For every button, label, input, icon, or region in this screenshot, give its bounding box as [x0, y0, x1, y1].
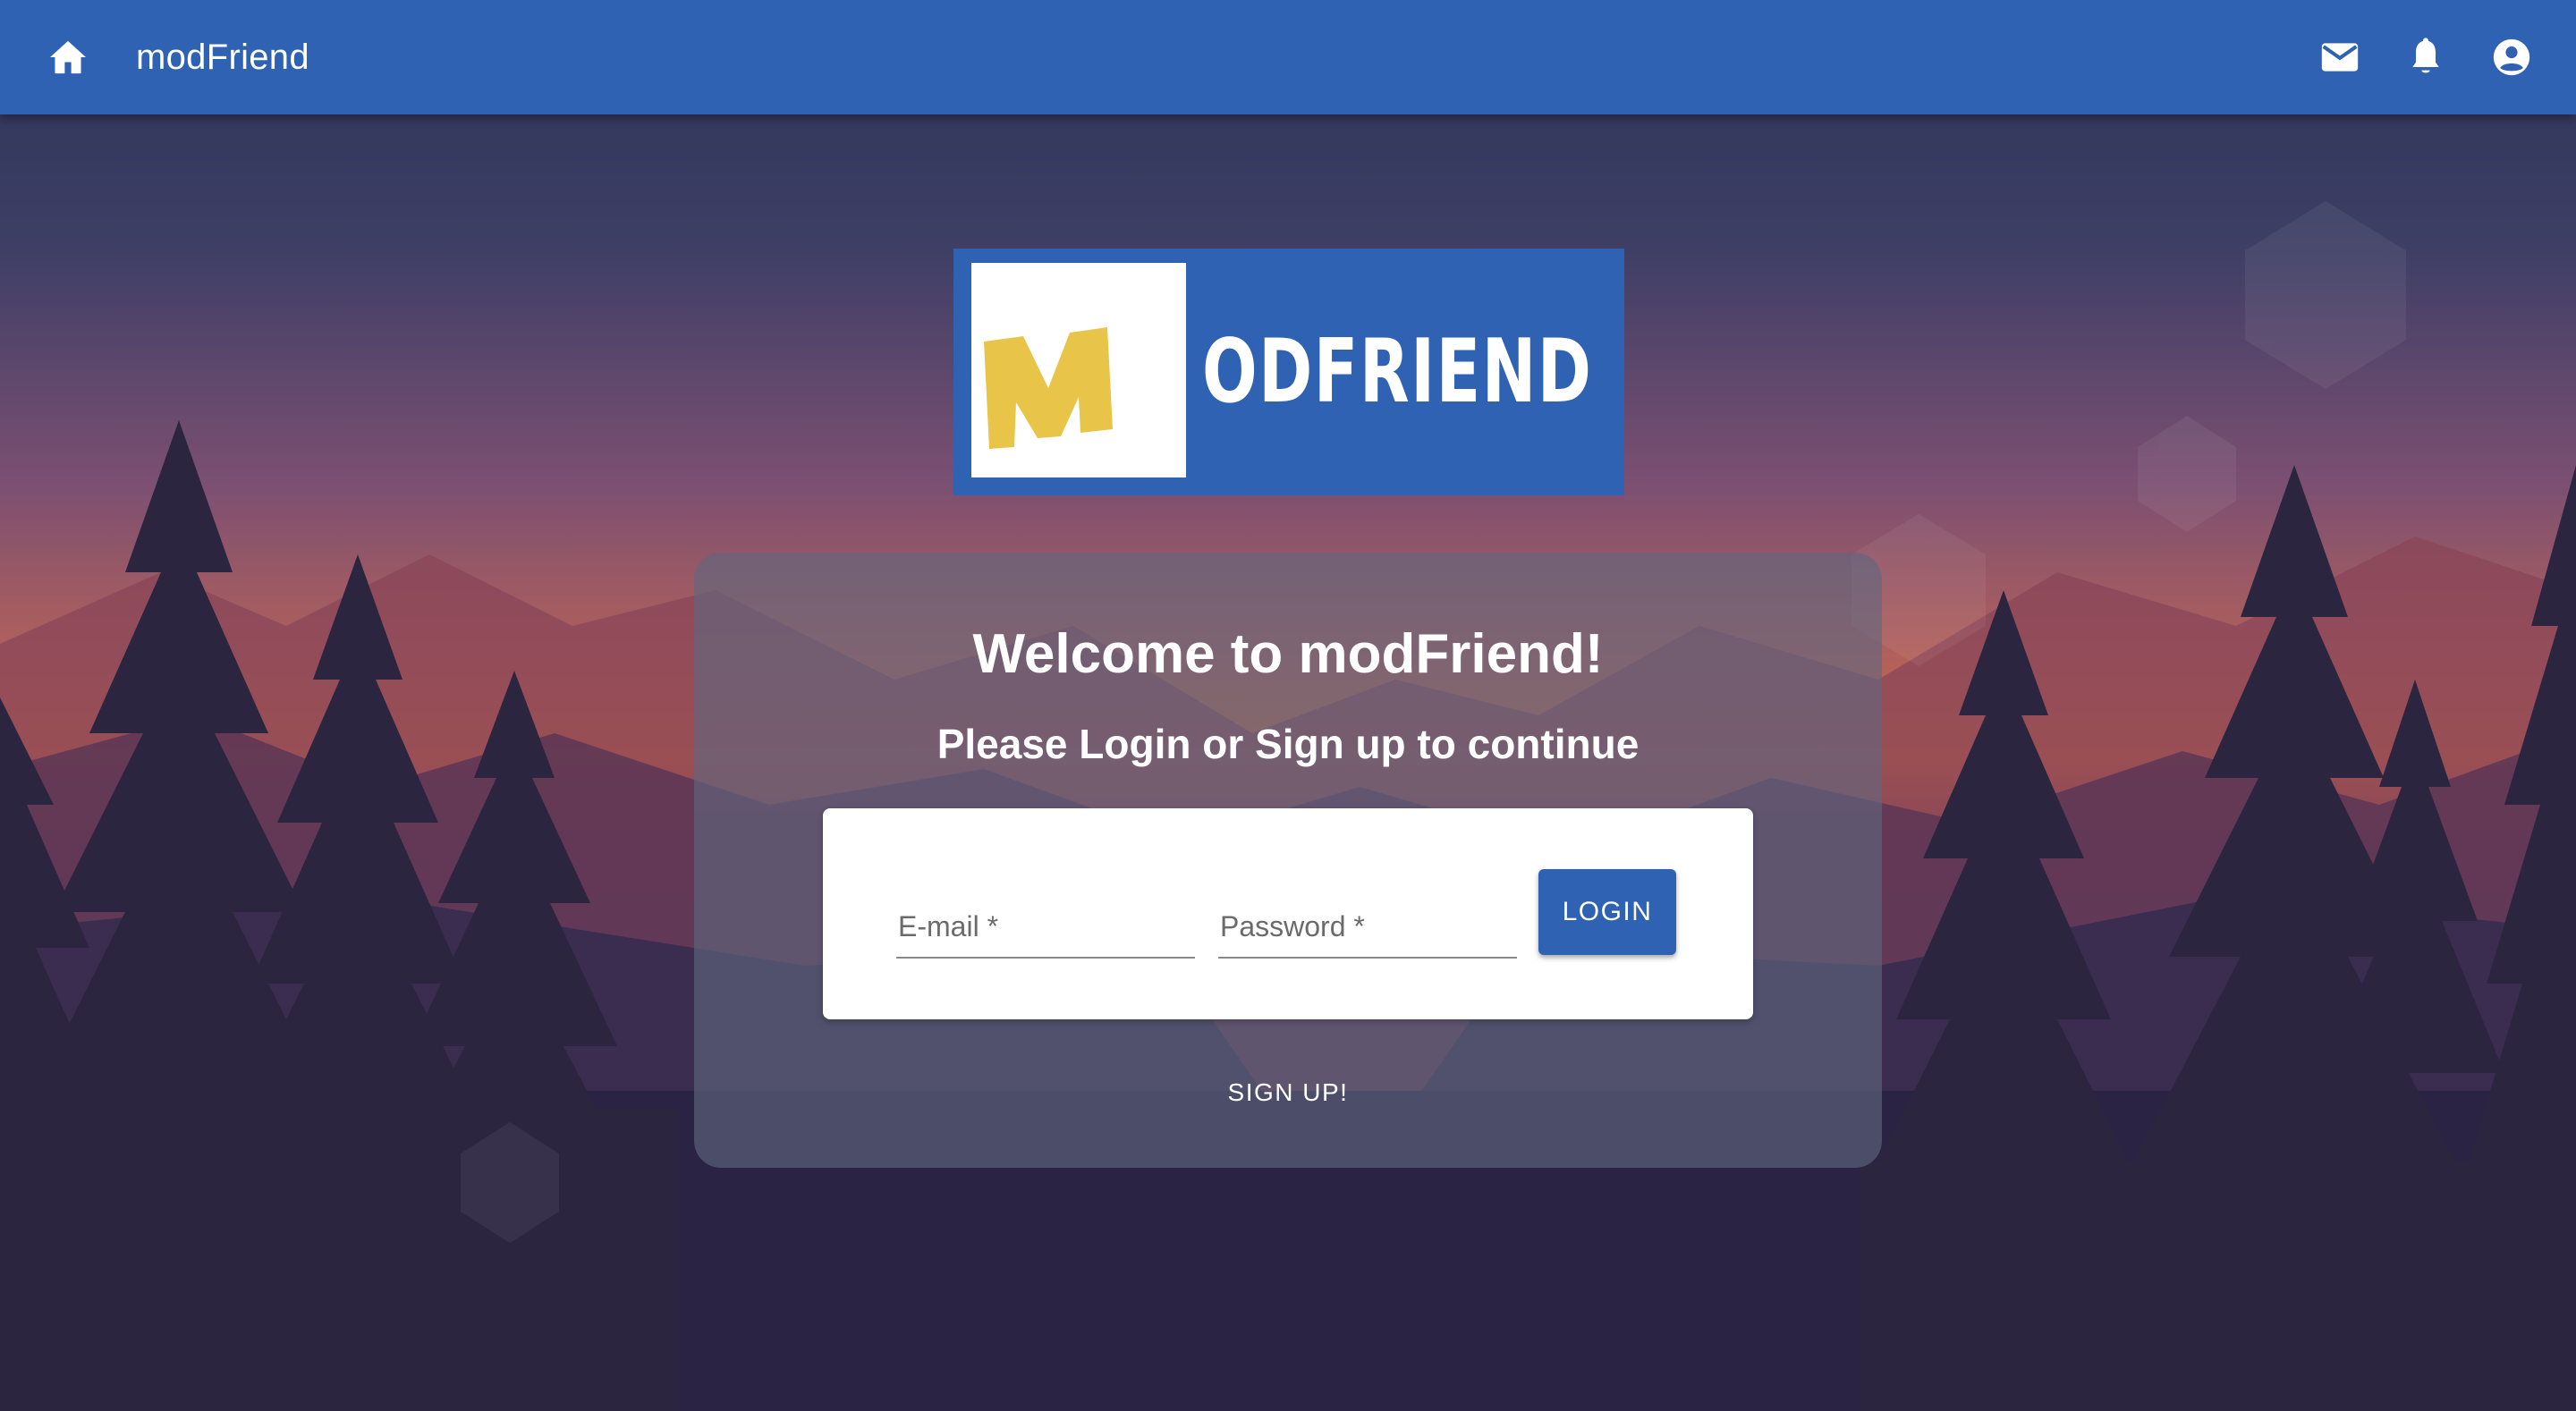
mail-icon: [2321, 43, 2359, 72]
account-circle-icon: [2493, 38, 2530, 76]
password-input[interactable]: [1218, 894, 1517, 957]
logo-m-box: [971, 263, 1186, 477]
login-page: modFriend ODFRIEND Welcome to modFriend!…: [0, 0, 2576, 1411]
welcome-heading: Welcome to modFriend!: [972, 623, 1604, 685]
app-title: modFriend: [136, 38, 309, 77]
email-field: E-mail *: [896, 894, 1195, 959]
login-card: Welcome to modFriend! Please Login or Si…: [694, 553, 1882, 1168]
bell-icon: [2412, 38, 2439, 73]
login-button[interactable]: LOGIN: [1538, 869, 1676, 955]
home-icon: [50, 40, 86, 74]
modfriend-logo: ODFRIEND: [953, 249, 1624, 495]
logo-wordmark: ODFRIEND: [1202, 321, 1593, 423]
messages-button[interactable]: [2308, 25, 2372, 89]
password-field: Password *: [1218, 894, 1517, 959]
login-subtitle: Please Login or Sign up to continue: [936, 721, 1640, 767]
account-button[interactable]: [2479, 25, 2544, 89]
top-app-bar: modFriend: [0, 0, 2576, 114]
email-input[interactable]: [896, 894, 1195, 957]
home-button[interactable]: [36, 25, 100, 89]
notifications-button[interactable]: [2394, 25, 2458, 89]
signup-button[interactable]: SIGN UP!: [1154, 1057, 1422, 1128]
login-form: E-mail * Password * LOGIN: [823, 808, 1753, 1019]
logo-m-glyph: [984, 327, 1113, 449]
